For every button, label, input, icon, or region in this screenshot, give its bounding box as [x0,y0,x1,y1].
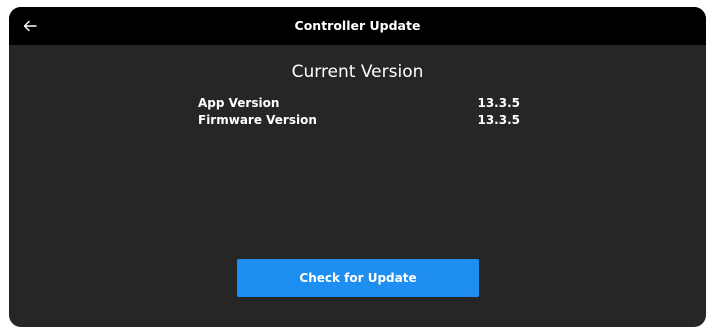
back-button[interactable] [19,15,41,37]
arrow-left-icon [23,20,37,32]
controller-update-screen: Controller Update Current Version App Ve… [9,7,706,327]
check-for-update-button[interactable]: Check for Update [237,259,479,297]
firmware-version-row: Firmware Version 13.3.5 [198,113,520,128]
app-version-label: App Version [198,96,280,110]
app-version-value: 13.3.5 [477,96,520,110]
firmware-version-value: 13.3.5 [477,113,520,127]
current-version-heading: Current Version [291,62,424,82]
page-title: Controller Update [294,18,421,33]
top-bar: Controller Update [9,7,706,45]
app-version-row: App Version 13.3.5 [198,96,520,111]
firmware-version-label: Firmware Version [198,113,317,127]
